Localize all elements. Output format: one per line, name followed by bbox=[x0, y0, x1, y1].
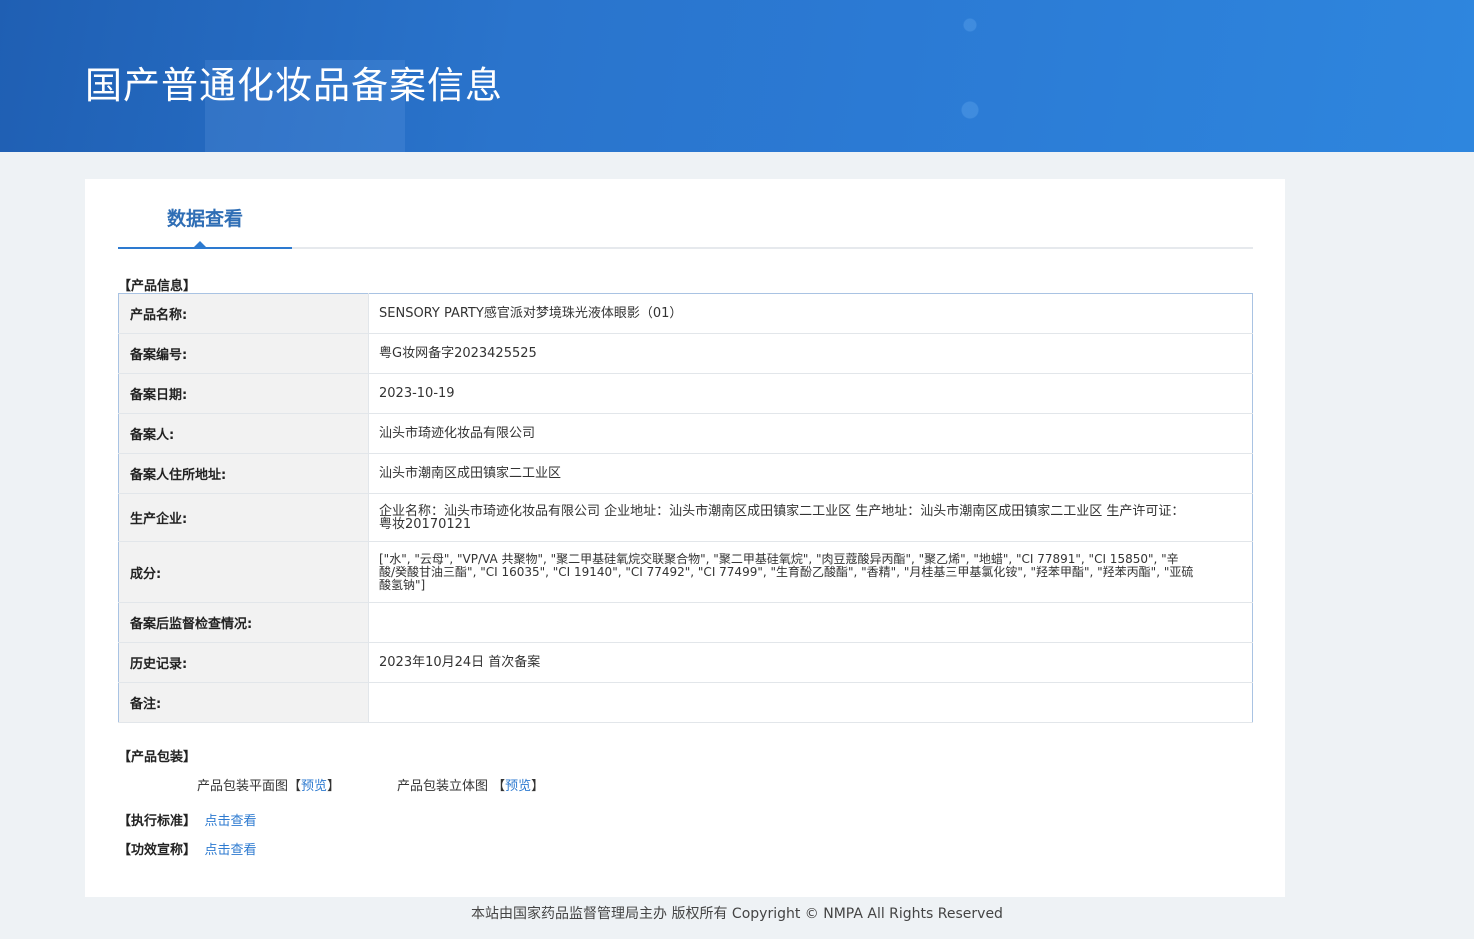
standard-view-link[interactable]: 点击查看 bbox=[205, 814, 257, 829]
table-row: 备注: bbox=[118, 682, 1253, 723]
row-key: 成分: bbox=[118, 541, 369, 603]
table-row: 备案编号: 粤G妆网备字2023425525 bbox=[118, 333, 1253, 374]
bracket: 】 bbox=[531, 779, 545, 794]
tab-label: 数据查看 bbox=[166, 208, 243, 230]
tab-caret-icon bbox=[194, 241, 206, 247]
packaging-solid: 产品包装立体图 【预览】 bbox=[397, 775, 544, 794]
product-info-heading: 【产品信息】 bbox=[118, 279, 197, 294]
page-title: 国产普通化妆品备案信息 bbox=[85, 64, 503, 107]
efficacy-label: 【功效宣称】 bbox=[118, 843, 197, 858]
header-banner: 国产普通化妆品备案信息 bbox=[0, 0, 1474, 152]
row-key: 备案人住所地址: bbox=[118, 453, 369, 494]
content-panel: 数据查看 【产品信息】 产品名称: SENSORY PARTY感官派对梦境珠光液… bbox=[85, 179, 1285, 897]
tab-data-view[interactable]: 数据查看 bbox=[118, 179, 292, 249]
row-key: 备案日期: bbox=[118, 373, 369, 414]
packaging-flat: 产品包装平面图【预览】 bbox=[197, 775, 340, 794]
row-value: 企业名称：汕头市琦迹化妆品有限公司 企业地址：汕头市潮南区成田镇家二工业区 生产… bbox=[368, 493, 1253, 542]
row-key: 生产企业: bbox=[118, 493, 369, 542]
row-key: 历史记录: bbox=[118, 642, 369, 683]
row-value: 汕头市潮南区成田镇家二工业区 bbox=[368, 453, 1253, 494]
standard-row: 【执行标准】 点击查看 bbox=[118, 810, 257, 829]
row-key: 备注: bbox=[118, 682, 369, 723]
table-row: 生产企业: 企业名称：汕头市琦迹化妆品有限公司 企业地址：汕头市潮南区成田镇家二… bbox=[118, 493, 1253, 542]
table-row: 产品名称: SENSORY PARTY感官派对梦境珠光液体眼影（01） bbox=[118, 293, 1253, 334]
banner-decoration bbox=[900, 0, 1200, 152]
row-key: 备案人: bbox=[118, 413, 369, 454]
tab-bar: 数据查看 bbox=[118, 179, 1253, 249]
row-value bbox=[368, 602, 1253, 643]
row-value bbox=[368, 682, 1253, 723]
table-row: 备案后监督检查情况: bbox=[118, 602, 1253, 643]
row-value: 2023年10月24日 首次备案 bbox=[368, 642, 1253, 683]
efficacy-row: 【功效宣称】 点击查看 bbox=[118, 839, 257, 858]
table-row: 备案人: 汕头市琦迹化妆品有限公司 bbox=[118, 413, 1253, 454]
footer-copyright: 本站由国家药品监督管理局主办 版权所有 Copyright © NMPA All… bbox=[471, 906, 1003, 922]
row-key: 备案后监督检查情况: bbox=[118, 602, 369, 643]
row-value: 粤G妆网备字2023425525 bbox=[368, 333, 1253, 374]
efficacy-view-link[interactable]: 点击查看 bbox=[205, 843, 257, 858]
row-key: 产品名称: bbox=[118, 293, 369, 334]
row-value: ["水", "云母", "VP/VA 共聚物", "聚二甲基硅氧烷交联聚合物",… bbox=[368, 541, 1253, 603]
packaging-flat-preview-link[interactable]: 预览 bbox=[301, 779, 327, 794]
standard-label: 【执行标准】 bbox=[118, 814, 197, 829]
packaging-heading: 【产品包装】 bbox=[118, 750, 197, 765]
packaging-solid-preview-link[interactable]: 预览 bbox=[505, 779, 531, 794]
row-value: 2023-10-19 bbox=[368, 373, 1253, 414]
table-row: 备案人住所地址: 汕头市潮南区成田镇家二工业区 bbox=[118, 453, 1253, 494]
packaging-solid-label: 产品包装立体图 【 bbox=[397, 779, 506, 794]
bracket: 】 bbox=[327, 779, 341, 794]
table-row: 历史记录: 2023年10月24日 首次备案 bbox=[118, 642, 1253, 683]
row-value: SENSORY PARTY感官派对梦境珠光液体眼影（01） bbox=[368, 293, 1253, 334]
packaging-flat-label: 产品包装平面图【 bbox=[197, 779, 302, 794]
row-key: 备案编号: bbox=[118, 333, 369, 374]
table-row: 备案日期: 2023-10-19 bbox=[118, 373, 1253, 414]
row-value: 汕头市琦迹化妆品有限公司 bbox=[368, 413, 1253, 454]
table-row: 成分: ["水", "云母", "VP/VA 共聚物", "聚二甲基硅氧烷交联聚… bbox=[118, 541, 1253, 603]
product-info-table: 产品名称: SENSORY PARTY感官派对梦境珠光液体眼影（01） 备案编号… bbox=[118, 293, 1253, 723]
